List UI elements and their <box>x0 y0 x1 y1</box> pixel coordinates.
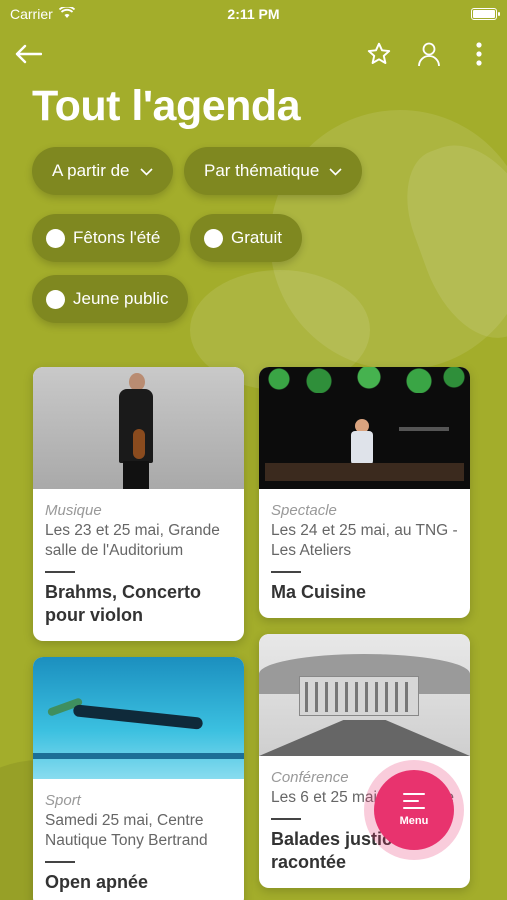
event-date-place: Les 24 et 25 mai, au TNG - Les Ateliers <box>271 522 458 559</box>
chip-label: Gratuit <box>231 228 283 247</box>
chevron-down-icon <box>329 163 342 179</box>
status-time: 2:11 PM <box>227 6 280 22</box>
user-icon[interactable] <box>415 40 443 68</box>
filter-theme-dropdown[interactable]: Par thématique <box>184 147 363 195</box>
filter-chip-gratuit[interactable]: Gratuit <box>190 214 303 262</box>
radio-icon <box>46 289 65 309</box>
menu-icon <box>403 793 425 809</box>
star-icon[interactable] <box>365 40 393 68</box>
battery-icon <box>471 8 500 20</box>
event-card[interactable]: Conférence Les 6 et 25 mai, Presqu'île B… <box>259 634 470 888</box>
divider <box>271 571 301 573</box>
event-photo <box>259 634 470 756</box>
chip-label: Fêtons l'été <box>73 228 161 247</box>
status-bar: Carrier 2:11 PM <box>0 0 507 28</box>
menu-fab-button[interactable]: Menu <box>374 770 454 850</box>
divider <box>271 818 301 820</box>
radio-icon <box>46 228 65 248</box>
back-arrow-icon[interactable] <box>14 40 42 68</box>
more-vertical-icon[interactable] <box>465 40 493 68</box>
filter-from-dropdown[interactable]: A partir de <box>32 147 173 195</box>
page-title: Tout l'agenda <box>32 82 301 130</box>
chip-label: Jeune public <box>73 289 169 308</box>
event-date-place: Les 23 et 25 mai, Grande salle de l'Audi… <box>45 522 220 559</box>
event-photo <box>33 657 244 779</box>
radio-icon <box>204 228 223 248</box>
top-nav <box>0 34 507 74</box>
divider <box>45 571 75 573</box>
menu-label: Menu <box>399 815 429 827</box>
divider <box>45 861 75 863</box>
event-category: Spectacle <box>271 502 337 519</box>
event-title: Ma Cuisine <box>271 582 367 602</box>
event-card[interactable]: Spectacle Les 24 et 25 mai, au TNG - Les… <box>259 367 470 618</box>
event-date-place: Samedi 25 mai, Centre Nautique Tony Bert… <box>45 812 208 849</box>
filter-theme-label: Par thématique <box>204 161 320 180</box>
event-card[interactable]: Sport Samedi 25 mai, Centre Nautique Ton… <box>33 657 244 900</box>
event-title: Brahms, Concerto pour violon <box>45 582 202 625</box>
event-title: Open apnée <box>45 872 149 892</box>
event-photo <box>33 367 244 489</box>
event-category: Sport <box>45 792 81 809</box>
chevron-down-icon <box>139 163 153 179</box>
event-card[interactable]: Musique Les 23 et 25 mai, Grande salle d… <box>33 367 244 641</box>
filter-chip-fetons-ete[interactable]: Fêtons l'été <box>32 214 181 262</box>
filter-from-label: A partir de <box>52 161 130 180</box>
event-category: Musique <box>45 502 102 519</box>
event-photo <box>259 367 470 489</box>
filter-chip-jeune-public[interactable]: Jeune public <box>32 275 189 323</box>
